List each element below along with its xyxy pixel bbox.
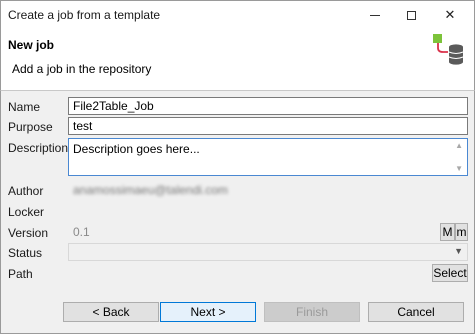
finish-button[interactable]: Finish: [264, 302, 360, 322]
close-icon: ✕: [444, 7, 456, 22]
close-button[interactable]: ✕: [433, 1, 467, 29]
description-textarea[interactable]: Description goes here... ▲ ▼: [68, 138, 468, 176]
page-description: Add a job in the repository: [12, 62, 152, 76]
path-label: Path: [8, 267, 33, 281]
author-field: anamossimaeu@talendi.com: [68, 181, 468, 199]
author-value: anamossimaeu@talendi.com: [73, 183, 228, 197]
status-label: Status: [8, 246, 43, 260]
path-select-button[interactable]: Select: [432, 264, 468, 282]
version-minor-button[interactable]: m: [455, 223, 468, 241]
version-field: 0.1: [68, 223, 438, 241]
chevron-down-icon: ▼: [454, 246, 463, 256]
purpose-input[interactable]: test: [68, 117, 468, 135]
minimize-icon: [370, 14, 380, 16]
description-label: Description: [8, 141, 69, 155]
scroll-down-icon[interactable]: ▼: [455, 164, 463, 173]
version-label: Version: [8, 226, 49, 240]
name-label: Name: [8, 100, 41, 114]
author-label: Author: [8, 184, 44, 198]
job-database-icon: [433, 34, 464, 65]
window-title: Create a job from a template: [8, 8, 161, 22]
purpose-label: Purpose: [8, 120, 53, 134]
locker-label: Locker: [8, 205, 45, 219]
minimize-button[interactable]: [358, 1, 392, 29]
maximize-button[interactable]: [394, 1, 428, 29]
name-input[interactable]: File2Table_Job: [68, 97, 468, 115]
cancel-button[interactable]: Cancel: [368, 302, 464, 322]
wizard-header: New job Add a job in the repository: [0, 28, 475, 90]
version-major-button[interactable]: M: [440, 223, 455, 241]
page-title: New job: [8, 38, 55, 52]
scroll-up-icon[interactable]: ▲: [455, 141, 463, 150]
job-form: Name File2Table_Job Purpose test Descrip…: [0, 90, 475, 334]
maximize-icon: [406, 10, 416, 20]
status-select[interactable]: ▼: [68, 243, 468, 261]
path-field: [68, 264, 430, 282]
title-bar: Create a job from a template ✕: [0, 0, 475, 28]
next-button[interactable]: Next >: [160, 302, 256, 322]
description-text: Description goes here...: [73, 142, 200, 156]
locker-field: [68, 202, 468, 220]
back-button[interactable]: < Back: [63, 302, 159, 322]
